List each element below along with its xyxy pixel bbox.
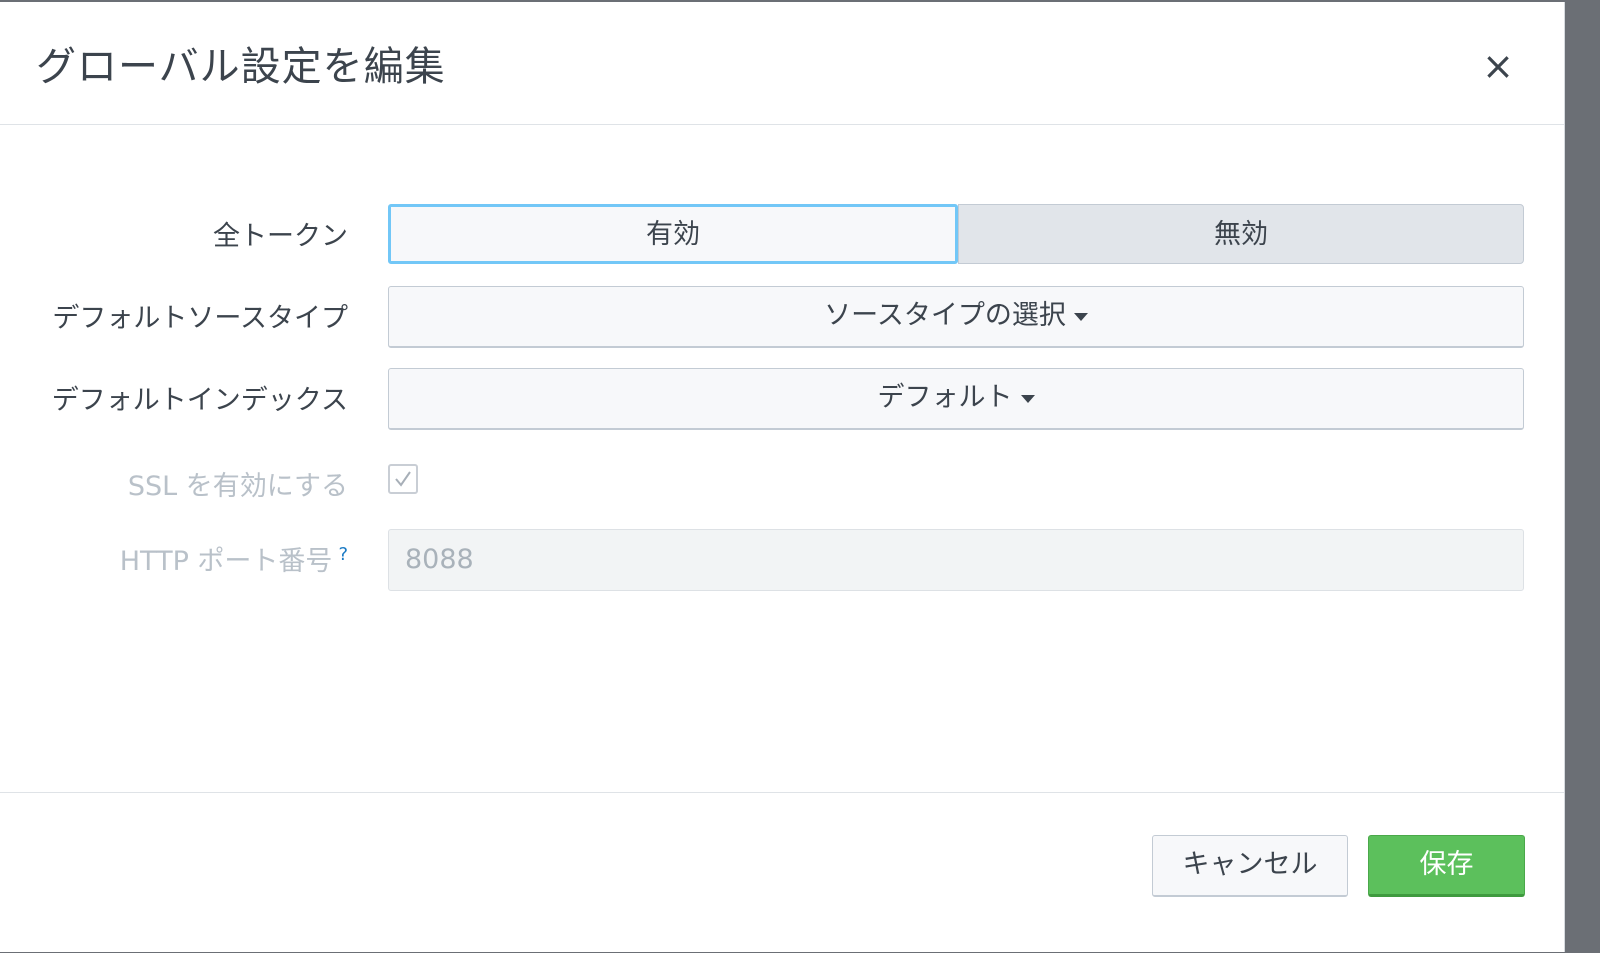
default-index-label: デフォルトインデックス (51, 385, 348, 416)
http-port-label: HTTP ポート番号? (120, 539, 348, 578)
edit-global-settings-dialog: グローバル設定を編集 × 全トークン 有効 無効 デフォルトソースタイプ ソース… (0, 2, 1565, 952)
enable-ssl-row: SSL を有効にする (0, 464, 1564, 502)
http-port-label-text: HTTP ポート番号 (119, 546, 333, 577)
dialog-title: グローバル設定を編集 (36, 44, 446, 90)
caret-down-icon (1073, 312, 1088, 321)
cancel-button[interactable]: キャンセル (1152, 835, 1348, 897)
default-sourcetype-label: デフォルトソースタイプ (52, 303, 348, 334)
save-button[interactable]: 保存 (1368, 835, 1525, 897)
close-icon[interactable]: × (1478, 46, 1518, 86)
all-tokens-enabled-option[interactable]: 有効 (388, 204, 958, 264)
default-sourcetype-value: ソースタイプの選択 (824, 300, 1066, 331)
all-tokens-disabled-option[interactable]: 無効 (958, 204, 1524, 264)
default-index-row: デフォルトインデックス デフォルト (0, 368, 1564, 430)
default-index-dropdown[interactable]: デフォルト (388, 368, 1524, 430)
default-sourcetype-dropdown[interactable]: ソースタイプの選択 (388, 286, 1524, 348)
dialog-header: グローバル設定を編集 × (0, 2, 1564, 125)
all-tokens-label: 全トークン (213, 221, 348, 252)
http-port-input[interactable]: 8088 (388, 529, 1524, 591)
all-tokens-toggle: 有効 無効 (388, 204, 1524, 266)
dialog-footer: キャンセル 保存 (0, 792, 1564, 953)
help-icon[interactable]: ? (338, 544, 348, 565)
enable-ssl-label: SSL を有効にする (127, 471, 348, 502)
enable-ssl-checkbox[interactable] (388, 464, 418, 494)
all-tokens-row: 全トークン 有効 無効 (0, 204, 1564, 266)
checkmark-icon (395, 471, 411, 487)
default-sourcetype-row: デフォルトソースタイプ ソースタイプの選択 (0, 286, 1564, 348)
http-port-row: HTTP ポート番号? 8088 (0, 529, 1564, 591)
default-index-value: デフォルト (877, 382, 1013, 413)
caret-down-icon (1020, 394, 1035, 403)
